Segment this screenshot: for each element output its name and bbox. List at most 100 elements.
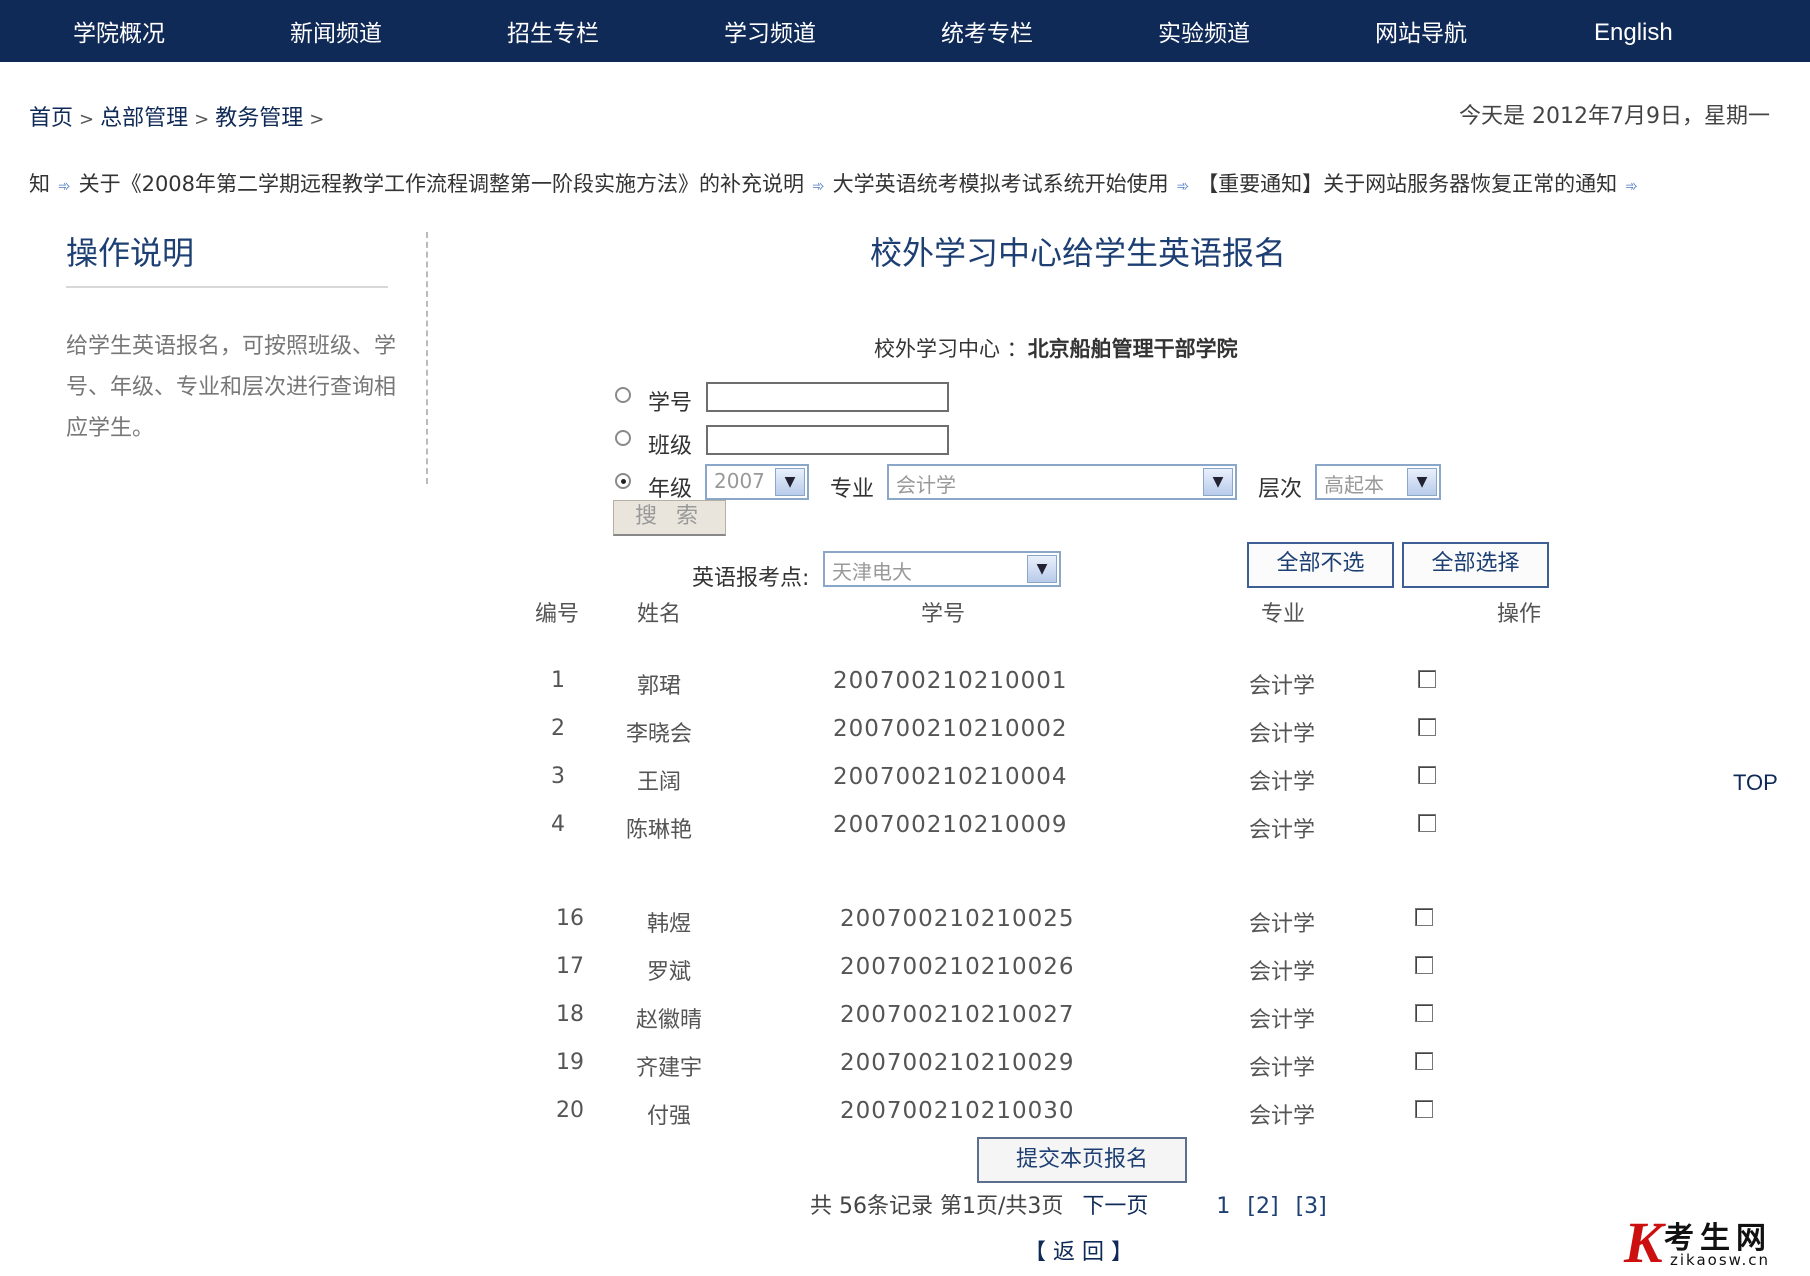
breadcrumb: 首页 > 总部管理 > 教务管理 > [29,106,325,131]
row-student-no: 200700210210029 [840,1050,1075,1076]
arrow-icon: ➾ [1625,177,1638,195]
level-select[interactable]: 高起本 ▼ [1315,464,1441,500]
radio-class[interactable] [615,430,631,446]
level-label: 层次 [1258,477,1303,502]
learning-center-label: 校外学习中心 ：北京船舶管理干部学院 [874,337,1238,361]
back-link[interactable]: 【 返 回 】 [1024,1234,1133,1266]
arrow-icon: ➾ [58,177,71,195]
major-select[interactable]: 会计学 ▼ [887,464,1237,500]
row-student-no: 200700210210001 [833,668,1068,694]
row-major: 会计学 [1249,960,1316,985]
row-no: 16 [556,906,584,931]
row-name: 陈琳艳 [626,818,693,843]
row-student-no: 200700210210004 [833,764,1068,790]
arrow-icon: ➾ [812,177,825,195]
row-major: 会计学 [1249,1056,1316,1081]
back-to-top-link[interactable]: TOP [1733,770,1778,796]
row-major: 会计学 [1249,818,1316,843]
radio-grade[interactable] [615,473,631,489]
row-no: 3 [551,764,565,789]
pagination: 共 56条记录 第1页/共3页 下一页 1 [2] [3] [810,1188,1327,1220]
row-select-checkbox[interactable] [1415,908,1433,926]
arrow-icon: ➾ [1176,177,1190,195]
learning-center-name: 北京船舶管理干部学院 [1027,337,1238,361]
row-select-checkbox[interactable] [1415,1100,1433,1118]
deselect-all-button[interactable]: 全部不选 [1247,542,1394,588]
row-no: 20 [556,1098,584,1123]
row-name: 赵徽晴 [636,1008,703,1033]
row-select-checkbox[interactable] [1418,766,1436,784]
row-select-checkbox[interactable] [1415,956,1433,974]
page-link[interactable]: [3] [1296,1194,1327,1219]
logo-mark: K [1624,1210,1663,1275]
nav-item-site-map[interactable]: 网站导航 [1375,14,1467,48]
top-nav: 学院概况 新闻频道 招生专栏 学习频道 统考专栏 实验频道 网站导航 Engli… [0,0,1810,62]
row-name: 李晓会 [626,722,693,747]
submit-page-registration-button[interactable]: 提交本页报名 [977,1137,1187,1183]
row-select-checkbox[interactable] [1418,670,1436,688]
major-label: 专业 [830,477,875,502]
class-input[interactable] [706,425,949,455]
chevron-down-icon: ▼ [1203,468,1233,496]
page-link-current: 1 [1216,1194,1231,1219]
breadcrumb-academic-affairs[interactable]: 教务管理 [215,106,303,131]
nav-item-news[interactable]: 新闻频道 [290,14,382,48]
column-header-student-no: 学号 [921,602,966,627]
record-summary: 共 56条记录 第1页/共3页 [810,1194,1064,1219]
row-no: 18 [556,1002,584,1027]
page-link[interactable]: [2] [1247,1194,1278,1219]
nav-item-experiment[interactable]: 实验频道 [1158,14,1250,48]
chevron-down-icon: ▼ [1407,468,1437,496]
column-header-major: 专业 [1261,602,1306,627]
site-logo: K 考生网 zikaosw.cn [1624,1210,1804,1275]
nav-item-unified-exam[interactable]: 统考专栏 [941,14,1033,48]
ticker-item[interactable]: 大学英语统考模拟考试系统开始使用 [833,172,1169,196]
row-student-no: 200700210210002 [833,716,1068,742]
row-student-no: 200700210210030 [840,1098,1075,1124]
row-major: 会计学 [1249,674,1316,699]
logo-domain: zikaosw.cn [1670,1251,1771,1269]
ticker-item[interactable]: 【重要通知】关于网站服务器恢复正常的通知 [1197,172,1617,196]
nav-item-college-overview[interactable]: 学院概况 [73,14,165,48]
row-student-no: 200700210210027 [840,1002,1075,1028]
row-name: 王阔 [637,770,682,795]
chevron-down-icon: ▼ [1027,555,1057,583]
today-date: 今天是 2012年7月9日，星期一 [1459,104,1770,129]
nav-item-english[interactable]: English [1594,19,1673,47]
student-no-label: 学号 [648,391,693,416]
nav-item-study[interactable]: 学习频道 [724,14,816,48]
row-select-checkbox[interactable] [1418,814,1436,832]
ticker-item[interactable]: 关于《2008年第二学期远程教学工作流程调整第一阶段实施方法》的补充说明 [79,172,804,196]
ticker-lead: 知 [29,172,50,196]
row-select-checkbox[interactable] [1415,1052,1433,1070]
row-name: 郭珺 [637,674,682,699]
breadcrumb-home[interactable]: 首页 [29,106,73,131]
search-button[interactable]: 搜 索 [613,500,726,536]
column-header-no: 编号 [535,602,580,627]
grade-select[interactable]: 2007 ▼ [705,464,809,500]
sidebar-divider [66,286,388,288]
row-student-no: 200700210210026 [840,954,1075,980]
row-student-no: 200700210210025 [840,906,1075,932]
column-header-name: 姓名 [637,602,682,627]
row-major: 会计学 [1249,912,1316,937]
row-major: 会计学 [1249,722,1316,747]
row-no: 17 [556,954,584,979]
row-name: 韩煜 [647,912,692,937]
row-name: 齐建宇 [636,1056,703,1081]
exam-site-select[interactable]: 天津电大 ▼ [823,551,1061,587]
row-major: 会计学 [1249,1104,1316,1129]
next-page-link[interactable]: 下一页 [1082,1194,1148,1219]
student-no-input[interactable] [706,382,949,412]
select-all-button[interactable]: 全部选择 [1402,542,1549,588]
chevron-down-icon: ▼ [775,468,805,496]
row-no: 4 [551,812,565,837]
nav-item-admissions[interactable]: 招生专栏 [507,14,599,48]
row-major: 会计学 [1249,1008,1316,1033]
row-select-checkbox[interactable] [1415,1004,1433,1022]
breadcrumb-hq-management[interactable]: 总部管理 [100,106,188,131]
radio-student-no[interactable] [615,387,631,403]
row-name: 付强 [647,1104,692,1129]
row-no: 2 [551,716,565,741]
row-select-checkbox[interactable] [1418,718,1436,736]
